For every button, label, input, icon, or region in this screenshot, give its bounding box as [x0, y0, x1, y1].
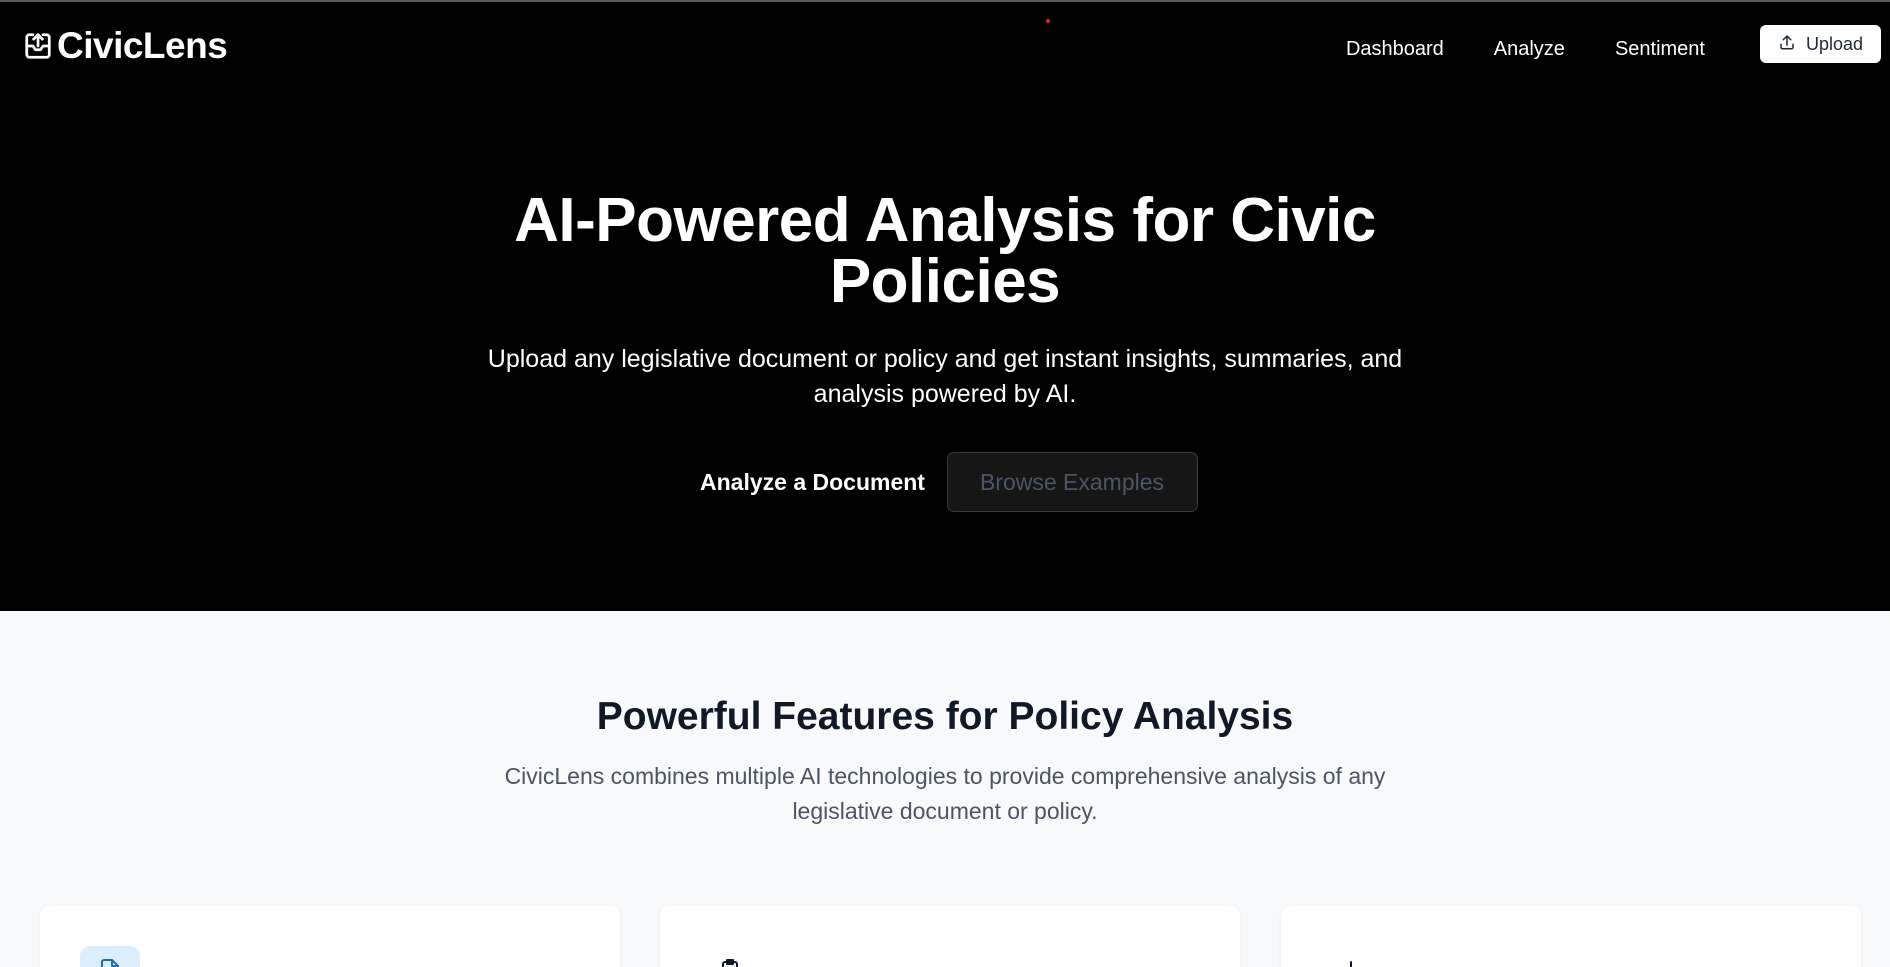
hero-subtitle: Upload any legislative document or polic…: [487, 345, 1403, 408]
brand-name: CivicLens: [57, 25, 228, 66]
navbar: CivicLens Dashboard Analyze Sentiment Up…: [0, 2, 1890, 90]
hero-title-line2: Policies: [829, 247, 1061, 316]
brand-logo[interactable]: CivicLens: [22, 25, 228, 66]
nav-link-sentiment[interactable]: Sentiment: [1590, 36, 1730, 62]
clipboard-icon: [700, 946, 760, 967]
analyze-document-button[interactable]: Analyze a Document: [693, 452, 933, 512]
inbox-upload-icon: [22, 30, 54, 62]
hero-actions: Analyze a Document Browse Examples: [0, 452, 1890, 512]
browse-examples-button[interactable]: Browse Examples: [946, 452, 1198, 512]
feature-card-1: [40, 906, 620, 967]
hero-title-line1: AI-Powered Analysis for Civic: [514, 186, 1376, 255]
document-icon: [80, 946, 140, 967]
hero-section: AI-Powered Analysis for Civic Policies U…: [0, 90, 1890, 611]
features-section: Powerful Features for Policy Analysis Ci…: [0, 611, 1890, 967]
cursor-dot: [1046, 19, 1050, 23]
features-title: Powerful Features for Policy Analysis: [596, 695, 1294, 738]
upload-icon: [1778, 33, 1796, 56]
feature-card-3: [1281, 906, 1861, 967]
chart-icon: [1321, 946, 1381, 967]
feature-card-2: [660, 906, 1240, 967]
hero-title: AI-Powered Analysis for Civic Policies: [0, 190, 1890, 313]
nav-link-analyze[interactable]: Analyze: [1469, 36, 1590, 62]
nav-links: Dashboard Analyze Sentiment: [1321, 36, 1730, 62]
features-subtitle: CivicLens combines multiple AI technolog…: [504, 763, 1386, 824]
upload-button[interactable]: Upload: [1760, 25, 1881, 63]
nav-link-dashboard[interactable]: Dashboard: [1321, 36, 1469, 62]
upload-button-label: Upload: [1805, 33, 1864, 54]
